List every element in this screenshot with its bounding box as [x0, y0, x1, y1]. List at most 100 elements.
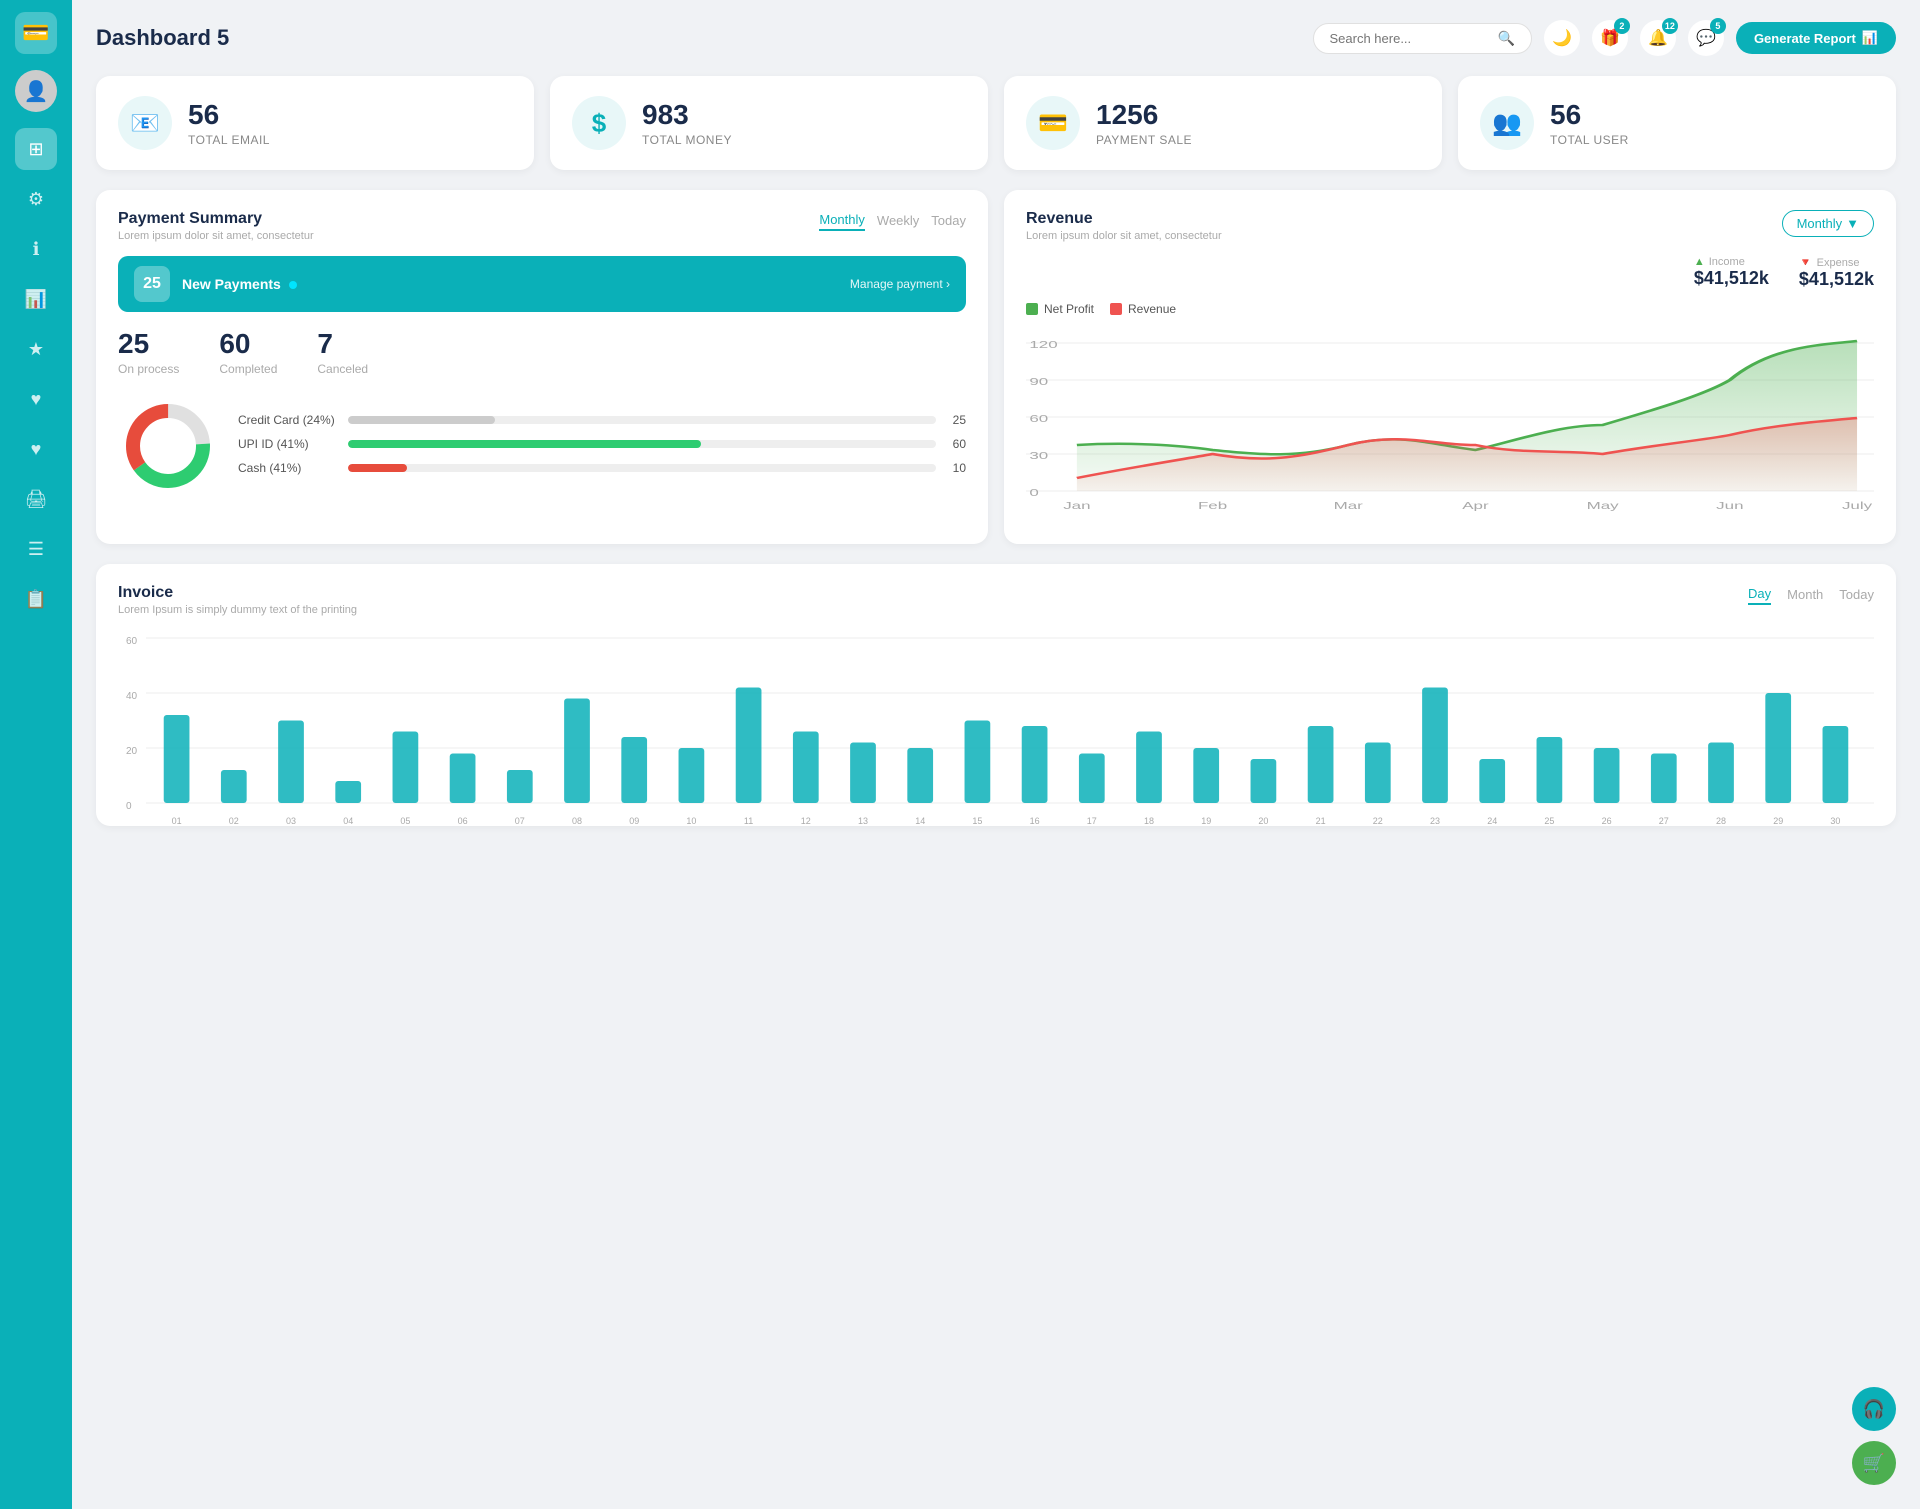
payment-bottom: Credit Card (24%) 25 UPI ID (41%) 60 [118, 396, 966, 501]
sidebar-item-info[interactable]: ℹ [15, 228, 57, 270]
invoice-x-label: 09 [629, 816, 639, 826]
invoice-x-label: 26 [1602, 816, 1612, 826]
canceled-num: 7 [317, 328, 368, 360]
svg-text:60: 60 [126, 636, 138, 647]
sidebar-item-hearts2[interactable]: ♥ [15, 428, 57, 470]
moon-button[interactable]: 🌙 [1544, 20, 1580, 56]
payment-tab-group: Monthly Weekly Today [819, 210, 966, 231]
invoice-bar[interactable] [1136, 732, 1162, 804]
stat-card-payment: 💳 1256 PAYMENT SALE [1004, 76, 1442, 170]
bar-track-upi [348, 440, 936, 448]
invoice-x-label: 24 [1487, 816, 1497, 826]
invoice-bar[interactable] [1708, 743, 1734, 804]
legend-net-profit: Net Profit [1026, 302, 1094, 316]
invoice-bar[interactable] [850, 743, 876, 804]
revenue-dropdown-label: Monthly [1797, 216, 1843, 231]
invoice-bar[interactable] [679, 748, 705, 803]
chat-button[interactable]: 💬 5 [1688, 20, 1724, 56]
expense-val: $41,512k [1799, 269, 1874, 290]
sidebar-item-favorites[interactable]: ★ [15, 328, 57, 370]
sidebar-item-analytics[interactable]: 📊 [15, 278, 57, 320]
money-count: 983 [642, 99, 732, 131]
revenue-meta: ▲ Income $41,512k 🔻 Expense $41,512k [1026, 256, 1874, 290]
header: Dashboard 5 🔍 🌙 🎁 2 🔔 12 💬 5 Generate Re… [96, 20, 1896, 56]
payment-label: PAYMENT SALE [1096, 133, 1192, 147]
bar-label-creditcard: Credit Card (24%) [238, 413, 338, 427]
generate-report-label: Generate Report [1754, 31, 1856, 46]
payment-icon: 💳 [1026, 96, 1080, 150]
invoice-bar[interactable] [221, 770, 247, 803]
tab-today[interactable]: Today [1839, 585, 1874, 604]
sidebar-item-list[interactable]: 📋 [15, 578, 57, 620]
invoice-bar[interactable] [793, 732, 819, 804]
money-label: TOTAL MONEY [642, 133, 732, 147]
bell-button[interactable]: 🔔 12 [1640, 20, 1676, 56]
invoice-bar[interactable] [450, 754, 476, 804]
invoice-x-label: 15 [972, 816, 982, 826]
invoice-bar[interactable] [736, 688, 762, 804]
sidebar-item-hearts1[interactable]: ♥ [15, 378, 57, 420]
email-label: TOTAL EMAIL [188, 133, 270, 147]
sidebar-item-dashboard[interactable]: ⊞ [15, 128, 57, 170]
invoice-bar[interactable] [393, 732, 419, 804]
bar-label-upi: UPI ID (41%) [238, 437, 338, 451]
invoice-bar[interactable] [1251, 759, 1277, 803]
invoice-bar[interactable] [1079, 754, 1105, 804]
svg-text:90: 90 [1029, 376, 1048, 387]
invoice-bar[interactable] [1765, 693, 1791, 803]
payment-count: 1256 [1096, 99, 1192, 131]
invoice-x-label: 07 [515, 816, 525, 826]
cart-button[interactable]: 🛒 [1852, 1441, 1896, 1485]
invoice-bar[interactable] [1422, 688, 1448, 804]
tab-weekly[interactable]: Weekly [877, 211, 919, 230]
bar-val-upi: 60 [946, 437, 966, 451]
invoice-bar[interactable] [1022, 726, 1048, 803]
sidebar-item-menu[interactable]: ☰ [15, 528, 57, 570]
stat-card-email: 📧 56 TOTAL EMAIL [96, 76, 534, 170]
invoice-x-label: 11 [744, 816, 753, 826]
invoice-bar[interactable] [1537, 737, 1563, 803]
invoice-bar[interactable] [335, 781, 361, 803]
manage-payment-link[interactable]: Manage payment › [850, 277, 950, 291]
support-button[interactable]: 🎧 [1852, 1387, 1896, 1431]
invoice-bar[interactable] [1308, 726, 1334, 803]
invoice-bar[interactable] [1365, 743, 1391, 804]
search-input[interactable] [1330, 31, 1490, 46]
user-count: 56 [1550, 99, 1629, 131]
invoice-x-label: 03 [286, 816, 296, 826]
gift-badge: 2 [1614, 18, 1630, 34]
donut-svg [118, 396, 218, 496]
new-payments-count: 25 [134, 266, 170, 302]
user-avatar[interactable]: 👤 [15, 70, 57, 112]
invoice-bar[interactable] [1823, 726, 1849, 803]
invoice-bar[interactable] [507, 770, 533, 803]
invoice-bar[interactable] [1651, 754, 1677, 804]
tab-day[interactable]: Day [1748, 584, 1771, 605]
invoice-bar[interactable] [164, 715, 190, 803]
sidebar-logo[interactable]: 💳 [15, 12, 57, 54]
sidebar-item-settings[interactable]: ⚙ [15, 178, 57, 220]
income-info: ▲ Income $41,512k [1694, 256, 1769, 290]
svg-text:Jun: Jun [1716, 500, 1743, 511]
invoice-bar[interactable] [278, 721, 304, 804]
invoice-bar[interactable] [965, 721, 991, 804]
tab-monthly[interactable]: Monthly [819, 210, 865, 231]
invoice-bar[interactable] [907, 748, 933, 803]
invoice-bar[interactable] [564, 699, 590, 804]
stat-canceled: 7 Canceled [317, 328, 368, 376]
revenue-dropdown[interactable]: Monthly ▼ [1782, 210, 1874, 237]
invoice-bar[interactable] [1193, 748, 1219, 803]
tab-today[interactable]: Today [931, 211, 966, 230]
bar-label-cash: Cash (41%) [238, 461, 338, 475]
invoice-bar[interactable] [621, 737, 647, 803]
bar-fill-creditcard [348, 416, 495, 424]
invoice-bar[interactable] [1594, 748, 1620, 803]
gift-button[interactable]: 🎁 2 [1592, 20, 1628, 56]
invoice-bar[interactable] [1479, 759, 1505, 803]
sidebar-item-print[interactable]: 🖨 [15, 478, 57, 520]
header-actions: 🔍 🌙 🎁 2 🔔 12 💬 5 Generate Report 📊 [1313, 20, 1897, 56]
tab-month[interactable]: Month [1787, 585, 1823, 604]
email-icon: 📧 [118, 96, 172, 150]
generate-report-button[interactable]: Generate Report 📊 [1736, 22, 1896, 54]
money-icon: $ [572, 96, 626, 150]
